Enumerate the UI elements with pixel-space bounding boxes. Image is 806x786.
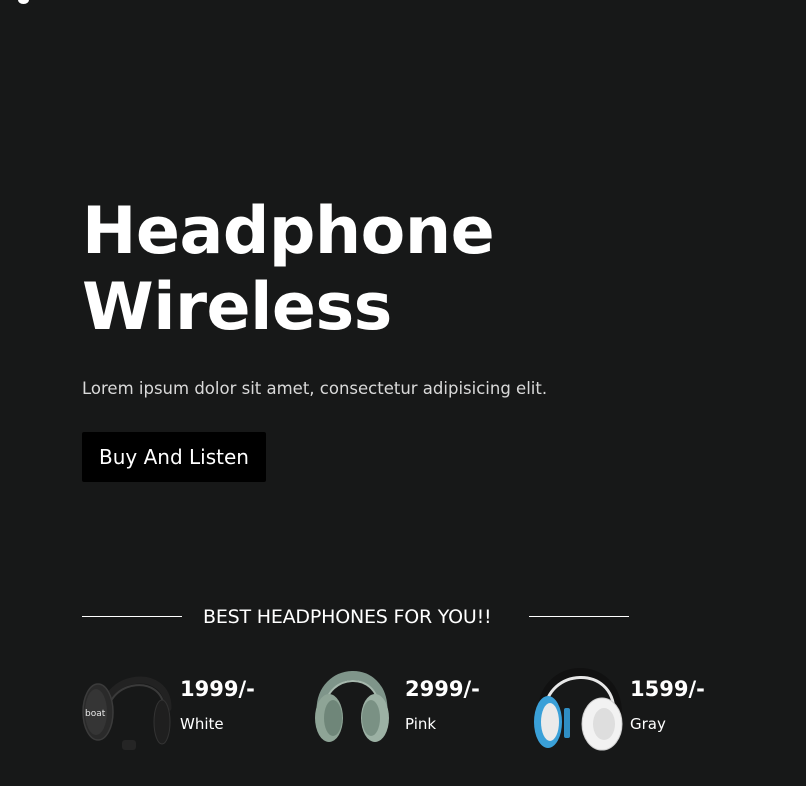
product-price: 1599/- xyxy=(630,677,705,701)
white-blue-headphones-icon[interactable] xyxy=(532,656,624,756)
page: Headphone Wireless Lorem ipsum dolor sit… xyxy=(0,0,806,786)
product-card[interactable]: 1599/- Gray xyxy=(532,656,732,756)
product-color: White xyxy=(180,715,224,733)
buy-and-listen-button[interactable]: Buy And Listen xyxy=(82,432,266,482)
boat-brand-mark: boat xyxy=(85,709,106,719)
product-card[interactable]: 2999/- Pink xyxy=(307,656,507,756)
product-price: 2999/- xyxy=(405,677,480,701)
product-price: 1999/- xyxy=(180,677,255,701)
sage-headphones-icon[interactable] xyxy=(307,656,399,756)
heading-divider-right xyxy=(529,616,629,617)
black-headphones-icon[interactable]: boat xyxy=(82,656,174,756)
section-heading-row: BEST HEADPHONES FOR YOU!! xyxy=(82,604,630,630)
hero-subtitle: Lorem ipsum dolor sit amet, consectetur … xyxy=(82,379,548,398)
hero-title-line-1: Headphone xyxy=(82,194,495,269)
product-color: Pink xyxy=(405,715,437,733)
hero-title: Headphone Wireless xyxy=(82,194,495,346)
heading-divider-left xyxy=(82,616,182,617)
corner-dot xyxy=(18,0,29,4)
product-color: Gray xyxy=(630,715,666,733)
hero-title-line-2: Wireless xyxy=(82,270,392,345)
section-heading: BEST HEADPHONES FOR YOU!! xyxy=(203,606,492,628)
product-card[interactable]: boat 1999/- White xyxy=(82,656,282,756)
